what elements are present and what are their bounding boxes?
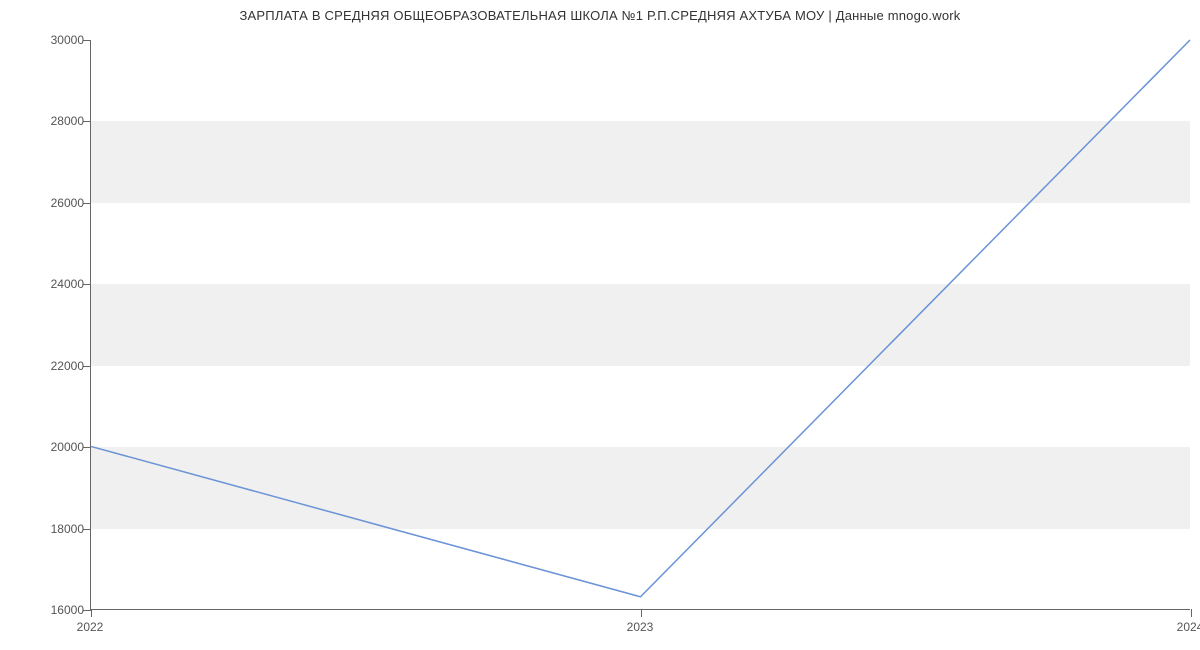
line-series <box>91 40 1190 609</box>
y-tick <box>83 203 91 204</box>
y-tick <box>83 284 91 285</box>
y-tick-label: 30000 <box>14 33 84 47</box>
plot-area <box>90 40 1190 610</box>
y-tick-label: 18000 <box>14 522 84 536</box>
y-tick <box>83 447 91 448</box>
y-tick <box>83 121 91 122</box>
x-tick <box>1191 609 1192 617</box>
x-tick <box>91 609 92 617</box>
y-tick-label: 24000 <box>14 277 84 291</box>
y-tick <box>83 610 91 611</box>
y-tick-label: 28000 <box>14 114 84 128</box>
y-tick-label: 26000 <box>14 196 84 210</box>
x-tick-label: 2024 <box>1177 620 1200 634</box>
x-tick-label: 2023 <box>627 620 654 634</box>
y-tick <box>83 40 91 41</box>
y-tick <box>83 366 91 367</box>
chart-container: ЗАРПЛАТА В СРЕДНЯЯ ОБЩЕОБРАЗОВАТЕЛЬНАЯ Ш… <box>0 0 1200 650</box>
y-tick-label: 22000 <box>14 359 84 373</box>
chart-title: ЗАРПЛАТА В СРЕДНЯЯ ОБЩЕОБРАЗОВАТЕЛЬНАЯ Ш… <box>0 8 1200 23</box>
x-tick <box>641 609 642 617</box>
y-tick <box>83 529 91 530</box>
y-tick-label: 16000 <box>14 603 84 617</box>
salary-line <box>91 40 1190 597</box>
y-tick-label: 20000 <box>14 440 84 454</box>
x-tick-label: 2022 <box>77 620 104 634</box>
